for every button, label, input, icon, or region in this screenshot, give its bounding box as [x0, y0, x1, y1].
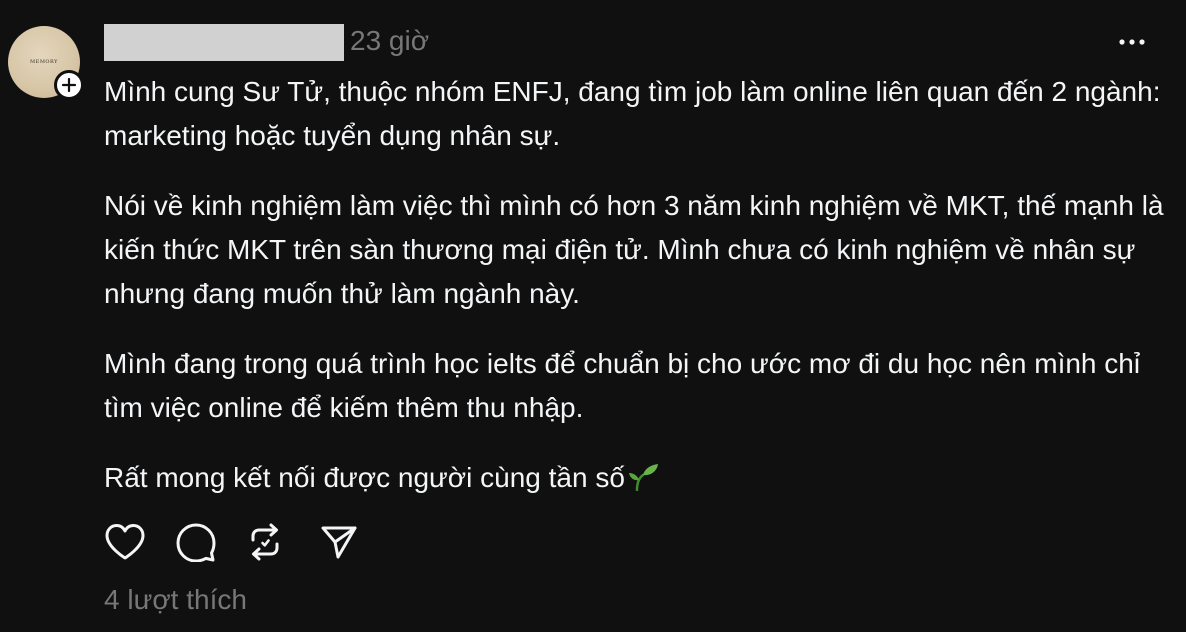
username-redacted	[104, 24, 344, 61]
author-avatar-container[interactable]: MEMORY	[8, 26, 84, 100]
share-button[interactable]	[320, 520, 364, 564]
send-icon	[321, 526, 357, 559]
post-paragraph: Mình cung Sư Tử, thuộc nhóm ENFJ, đang t…	[104, 76, 1161, 151]
repost-button[interactable]	[248, 520, 292, 564]
post-paragraph-last: Rất mong kết nối được người cùng tần số	[104, 456, 1164, 500]
post-paragraph: Mình đang trong quá trình học ielts để c…	[104, 348, 1141, 423]
more-options-button[interactable]	[1112, 28, 1152, 56]
post-body: Mình cung Sư Tử, thuộc nhóm ENFJ, đang t…	[104, 70, 1164, 500]
post-actions	[104, 520, 392, 564]
like-button[interactable]	[104, 520, 148, 564]
more-horizontal-icon	[1119, 39, 1145, 45]
seedling-icon	[628, 464, 658, 491]
follow-button[interactable]	[54, 70, 84, 100]
comment-icon	[176, 523, 216, 562]
plus-icon	[61, 77, 77, 93]
avatar-mark: MEMORY	[30, 59, 58, 65]
post-paragraph-text: Rất mong kết nối được người cùng tần số	[104, 462, 625, 493]
likes-count[interactable]: 4 lượt thích	[104, 582, 247, 618]
post-paragraph: Nói về kinh nghiệm làm việc thì mình có …	[104, 190, 1164, 309]
post-timestamp: 23 giờ	[350, 25, 430, 56]
repost-icon	[251, 523, 279, 561]
comment-button[interactable]	[176, 520, 220, 564]
heart-icon	[105, 524, 145, 560]
